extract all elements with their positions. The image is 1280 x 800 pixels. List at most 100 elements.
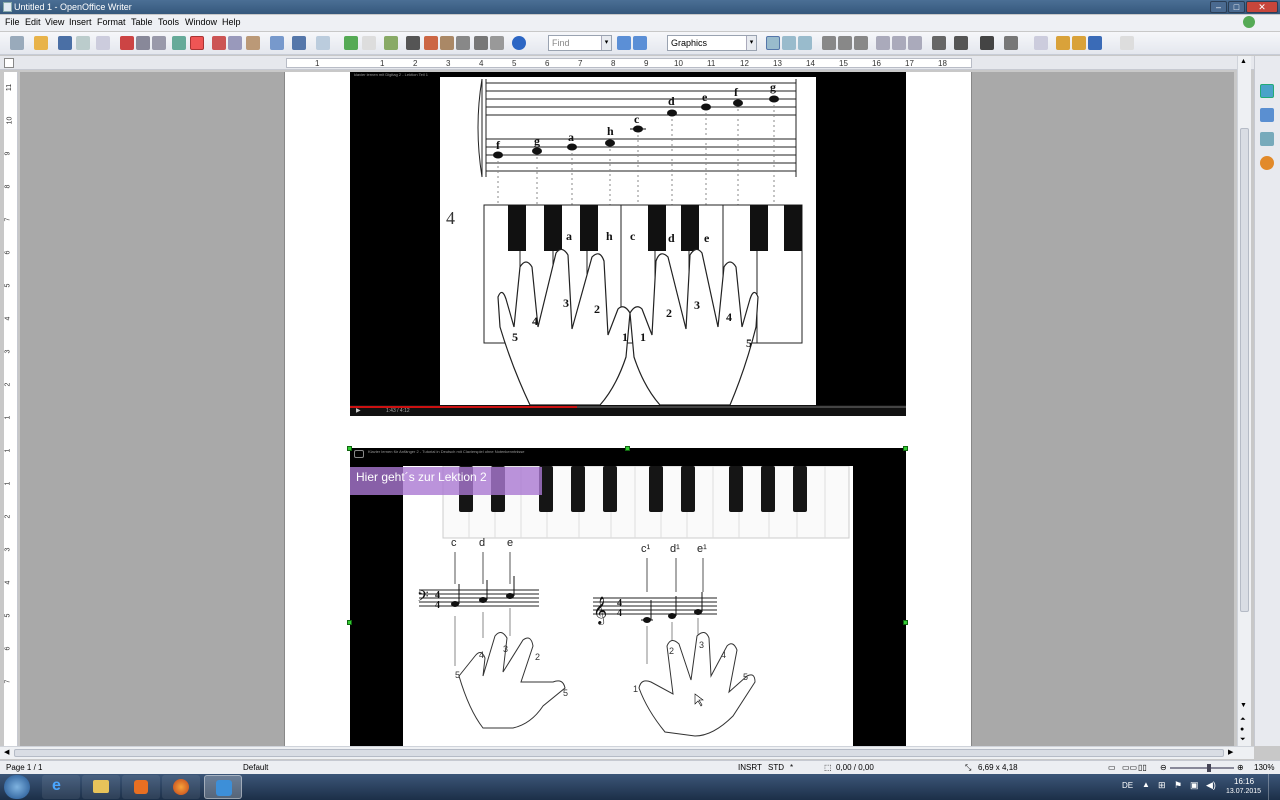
close-button[interactable]: ✕	[1246, 1, 1278, 13]
menu-format[interactable]: Format	[97, 17, 126, 27]
taskbar-firefox[interactable]	[162, 775, 200, 799]
align-center-icon[interactable]	[838, 36, 852, 50]
taskbar-media[interactable]	[122, 775, 160, 799]
zoom-slider[interactable]	[1170, 767, 1234, 769]
save-icon[interactable]	[58, 36, 72, 50]
gallery-icon[interactable]	[440, 36, 454, 50]
language-indicator[interactable]: DE	[1122, 781, 1133, 790]
menu-edit[interactable]: Edit	[25, 17, 41, 27]
align-right-icon[interactable]	[854, 36, 868, 50]
spellcheck-icon[interactable]	[172, 36, 186, 50]
lektion-2-link[interactable]: Hier geht´s zur Lektion 2	[350, 467, 542, 495]
find-down-icon[interactable]	[617, 36, 631, 50]
email-icon[interactable]	[76, 36, 90, 50]
frame-properties-icon[interactable]	[1034, 36, 1048, 50]
menu-insert[interactable]: Insert	[69, 17, 92, 27]
volume-icon[interactable]: ◀)	[1206, 780, 1216, 791]
single-page-icon[interactable]: ▭	[1108, 761, 1116, 774]
scroll-down-icon[interactable]: ▼	[1240, 702, 1247, 709]
align-bottom-icon[interactable]	[908, 36, 922, 50]
border-color-icon[interactable]	[980, 36, 994, 50]
anchor-icon[interactable]	[1088, 36, 1102, 50]
open-icon[interactable]	[34, 36, 48, 50]
video-controls[interactable]: 1:43 / 4:12 ▶	[350, 405, 906, 416]
find-replace-icon[interactable]	[406, 36, 420, 50]
more-icon[interactable]	[1120, 36, 1134, 50]
paste-icon[interactable]	[246, 36, 260, 50]
align-top-icon[interactable]	[876, 36, 890, 50]
show-desktop-button[interactable]	[1268, 774, 1280, 800]
network-icon[interactable]: ▣	[1190, 780, 1199, 791]
style-select[interactable]: Graphics ▾	[667, 35, 757, 51]
clock-time[interactable]: 16:16	[1234, 777, 1254, 786]
cut-icon[interactable]	[212, 36, 226, 50]
zoom-icon[interactable]	[490, 36, 504, 50]
borders-icon[interactable]	[932, 36, 946, 50]
formatting-marks-icon[interactable]	[474, 36, 488, 50]
selection-handle[interactable]	[903, 446, 908, 451]
selection-handle[interactable]	[903, 620, 908, 625]
multi-page-icon[interactable]: ▭▭	[1122, 761, 1137, 774]
clock-date[interactable]: 13.07.2015	[1226, 788, 1261, 795]
tray-expand-icon[interactable]: ▲	[1142, 780, 1150, 789]
background-color-icon[interactable]	[1004, 36, 1018, 50]
horizontal-ruler[interactable]: 1 1 2 3 4 5 6 7 8 9 10 11 12 13 14 15 16…	[0, 56, 1254, 70]
start-button[interactable]	[4, 775, 30, 799]
wrap-optimal-icon[interactable]	[798, 36, 812, 50]
windows-flag-icon[interactable]: ⊞	[1158, 780, 1166, 791]
update-icon[interactable]	[1243, 16, 1255, 28]
gallery-icon[interactable]	[1260, 132, 1274, 146]
zoom-level[interactable]: 130%	[1254, 761, 1274, 774]
selection-mode[interactable]: STD	[768, 761, 784, 774]
line-style-icon[interactable]	[954, 36, 968, 50]
zoom-out-icon[interactable]: ⊖	[1160, 761, 1167, 774]
maximize-button[interactable]: □	[1228, 1, 1245, 13]
hyperlink-icon[interactable]	[344, 36, 358, 50]
menu-table[interactable]: Table	[131, 17, 153, 27]
wrap-page-icon[interactable]	[782, 36, 796, 50]
horizontal-scrollbar[interactable]: ◀ ▶	[0, 746, 1254, 759]
preview-icon[interactable]	[152, 36, 166, 50]
action-center-icon[interactable]: ⚑	[1174, 780, 1182, 791]
zoom-in-icon[interactable]: ⊕	[1237, 761, 1244, 774]
find-up-icon[interactable]	[633, 36, 647, 50]
bring-front-icon[interactable]	[1056, 36, 1070, 50]
help-icon[interactable]	[512, 36, 526, 50]
edit-file-icon[interactable]	[96, 36, 110, 50]
video-screenshot-1[interactable]: klavier lernen mit Digitag 2 - Lektion T…	[350, 72, 906, 416]
datasource-icon[interactable]	[456, 36, 470, 50]
minimize-button[interactable]: –	[1210, 1, 1227, 13]
new-icon[interactable]	[10, 36, 24, 50]
copy-icon[interactable]	[228, 36, 242, 50]
next-page-icon[interactable]: ⏷	[1240, 736, 1246, 744]
selection-handle[interactable]	[625, 446, 630, 451]
menu-help[interactable]: Help	[222, 17, 241, 27]
menu-tools[interactable]: Tools	[158, 17, 179, 27]
video-screenshot-2[interactable]: Klavier lernen für Anfänger 2 - Tutorial…	[350, 448, 906, 746]
taskbar-ie[interactable]: e	[42, 775, 80, 799]
table-icon[interactable]	[362, 36, 376, 50]
align-left-icon[interactable]	[822, 36, 836, 50]
vertical-ruler[interactable]: 11 10 9 8 7 6 5 4 3 2 1 1 1 2 3 4 5 6 7	[4, 72, 18, 748]
find-input[interactable]: Find ▾	[548, 35, 612, 51]
taskbar-explorer[interactable]	[82, 775, 120, 799]
selection-handle[interactable]	[347, 620, 352, 625]
scroll-right-icon[interactable]: ▶	[1228, 748, 1233, 756]
undo-icon[interactable]	[292, 36, 306, 50]
scroll-thumb[interactable]	[1240, 128, 1249, 612]
zoom-slider-knob[interactable]	[1206, 764, 1211, 772]
play-icon[interactable]: ▶	[356, 407, 361, 414]
scroll-left-icon[interactable]: ◀	[4, 748, 9, 756]
chevron-down-icon[interactable]: ▾	[746, 36, 756, 50]
previous-page-icon[interactable]: ⏶	[1240, 716, 1246, 724]
draw-icon[interactable]	[384, 36, 398, 50]
vertical-scrollbar[interactable]: ▲ ▼ ⏶ ● ⏷	[1237, 56, 1251, 746]
format-paintbrush-icon[interactable]	[270, 36, 284, 50]
menu-window[interactable]: Window	[185, 17, 217, 27]
pdf-icon[interactable]	[120, 36, 134, 50]
hscroll-thumb[interactable]	[14, 749, 1224, 757]
document-area[interactable]: klavier lernen mit Digitag 2 - Lektion T…	[20, 72, 1234, 746]
chevron-down-icon[interactable]: ▾	[601, 36, 611, 50]
scroll-up-icon[interactable]: ▲	[1240, 58, 1247, 65]
wrap-off-icon[interactable]	[766, 36, 780, 50]
